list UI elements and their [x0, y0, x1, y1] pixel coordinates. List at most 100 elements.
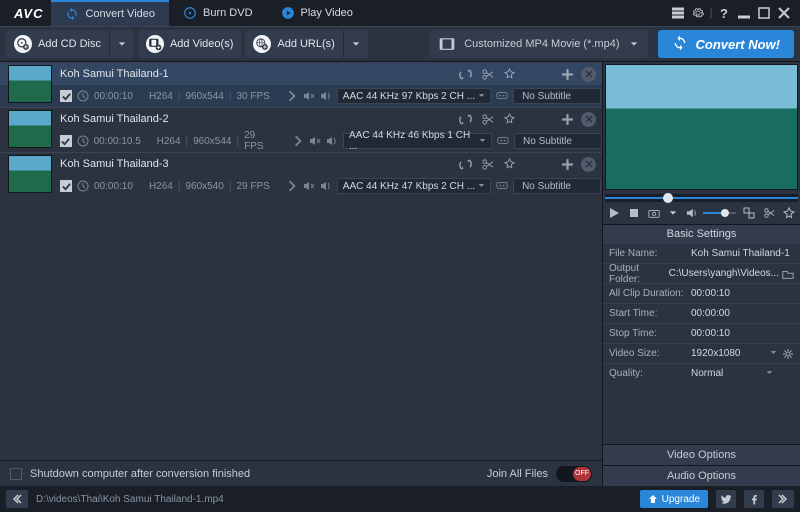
twitter-icon[interactable] [716, 490, 736, 508]
add-icon[interactable] [559, 111, 575, 127]
reload-icon[interactable] [457, 66, 473, 82]
tab-label: Play Video [301, 7, 353, 19]
play-icon[interactable] [607, 206, 621, 220]
quality-select[interactable]: Normal [691, 368, 794, 379]
prev-button[interactable] [6, 490, 28, 508]
maximize-icon[interactable] [754, 3, 774, 23]
volume-slider[interactable] [703, 212, 736, 214]
subtitle-select[interactable]: No Subtitle [513, 178, 601, 194]
snapshot-icon[interactable] [647, 206, 661, 220]
field-label: Stop Time: [609, 328, 691, 339]
audio-track-select[interactable]: AAC 44 KHz 47 Kbps 2 CH ... [337, 178, 491, 194]
chevron-right-icon[interactable] [286, 180, 298, 192]
speaker-icon[interactable] [326, 135, 338, 147]
fps: 30 FPS [236, 91, 269, 102]
effects-icon[interactable] [501, 156, 517, 172]
subtitle-select[interactable]: No Subtitle [513, 88, 601, 104]
chevron-down-icon[interactable] [667, 209, 679, 217]
shutdown-label: Shutdown computer after conversion finis… [30, 468, 250, 480]
folder-browse-icon[interactable] [782, 268, 794, 280]
audio-options-button[interactable]: Audio Options [603, 465, 800, 486]
gear-icon[interactable] [782, 348, 794, 360]
convert-now-button[interactable]: Convert Now! [658, 30, 795, 58]
add-cd-label: Add CD Disc [38, 38, 101, 50]
add-videos-button[interactable]: Add Video(s) [138, 30, 241, 58]
speaker-icon[interactable] [320, 180, 332, 192]
item-checkbox[interactable] [60, 180, 72, 192]
stop-time-field[interactable]: 00:00:10 [691, 328, 794, 339]
add-cd-disc-button[interactable]: Add CD Disc [6, 30, 109, 58]
file-name-field[interactable]: Koh Samui Thailand-1 [691, 248, 794, 259]
chevron-right-icon[interactable] [292, 135, 304, 147]
add-cd-dropdown[interactable] [109, 30, 134, 58]
preview-area[interactable] [605, 64, 798, 190]
title-bar: AVC Convert Video Burn DVD Play Video | … [0, 0, 800, 26]
video-options-button[interactable]: Video Options [603, 444, 800, 465]
stop-icon[interactable] [627, 206, 641, 220]
menu-icon[interactable] [668, 3, 688, 23]
close-icon[interactable] [774, 3, 794, 23]
help-icon[interactable]: ? [714, 3, 734, 23]
remove-icon[interactable] [581, 157, 596, 172]
app-logo: AVC [6, 6, 51, 21]
audio-track-select[interactable]: AAC 44 KHz 46 Kbps 1 CH ... [343, 133, 492, 149]
add-urls-dropdown[interactable] [343, 30, 368, 58]
item-checkbox[interactable] [60, 135, 72, 147]
add-icon[interactable] [559, 66, 575, 82]
shutdown-checkbox[interactable] [10, 468, 22, 480]
mute-icon[interactable] [309, 135, 321, 147]
output-profile-select[interactable]: Customized MP4 Movie (*.mp4) [430, 30, 647, 58]
refresh-icon [65, 7, 79, 21]
convert-icon [672, 35, 688, 54]
thumbnail [8, 65, 52, 103]
mute-icon[interactable] [303, 90, 315, 102]
list-item[interactable]: Koh Samui Thailand-2 00:00:10.5 H264 | 9… [0, 107, 602, 152]
field-label: All Clip Duration: [609, 288, 691, 299]
field-label: Output Folder: [609, 263, 669, 285]
item-title: Koh Samui Thailand-1 [60, 68, 169, 80]
chevron-down-icon [770, 348, 777, 359]
tab-play-video[interactable]: Play Video [267, 0, 367, 26]
subtitle-icon[interactable] [497, 135, 509, 147]
output-folder-field[interactable]: C:\Users\yangh\Videos... [669, 268, 794, 280]
scissors-icon[interactable] [479, 66, 495, 82]
facebook-icon[interactable] [744, 490, 764, 508]
tab-burn-dvd[interactable]: Burn DVD [169, 0, 267, 26]
subtitle-icon[interactable] [496, 180, 508, 192]
gear-icon[interactable] [688, 3, 708, 23]
reload-icon[interactable] [457, 111, 473, 127]
reload-icon[interactable] [457, 156, 473, 172]
speaker-icon[interactable] [320, 90, 332, 102]
join-all-toggle[interactable]: OFF [556, 466, 592, 482]
preview-progress[interactable] [605, 194, 798, 202]
item-checkbox[interactable] [60, 90, 72, 102]
scissors-icon[interactable] [762, 206, 776, 220]
options-icon[interactable] [782, 206, 796, 220]
audio-track-select[interactable]: AAC 44 KHz 97 Kbps 2 CH ... [337, 88, 491, 104]
minimize-icon[interactable] [734, 3, 754, 23]
list-item[interactable]: Koh Samui Thailand-1 00:00:10 H264 | 960… [0, 62, 602, 107]
subtitle-select[interactable]: No Subtitle [514, 133, 602, 149]
tab-convert-video[interactable]: Convert Video [51, 0, 169, 26]
add-urls-button[interactable]: Add URL(s) [245, 30, 342, 58]
add-icon[interactable] [559, 156, 575, 172]
popout-icon[interactable] [742, 206, 756, 220]
chevron-right-icon[interactable] [286, 90, 298, 102]
next-button[interactable] [772, 490, 794, 508]
progress-thumb[interactable] [663, 193, 673, 203]
list-item[interactable]: Koh Samui Thailand-3 00:00:10 H264 | 960… [0, 152, 602, 197]
start-time-field[interactable]: 00:00:00 [691, 308, 794, 319]
item-title: Koh Samui Thailand-3 [60, 158, 169, 170]
remove-icon[interactable] [581, 112, 596, 127]
mute-icon[interactable] [303, 180, 315, 192]
subtitle-icon[interactable] [496, 90, 508, 102]
volume-icon[interactable] [685, 206, 699, 220]
effects-icon[interactable] [501, 66, 517, 82]
video-size-select[interactable]: 1920x1080 [691, 348, 794, 360]
remove-icon[interactable] [581, 67, 596, 82]
effects-icon[interactable] [501, 111, 517, 127]
upgrade-button[interactable]: Upgrade [640, 490, 708, 508]
resolution: 960x544 [193, 136, 231, 147]
scissors-icon[interactable] [479, 156, 495, 172]
scissors-icon[interactable] [479, 111, 495, 127]
